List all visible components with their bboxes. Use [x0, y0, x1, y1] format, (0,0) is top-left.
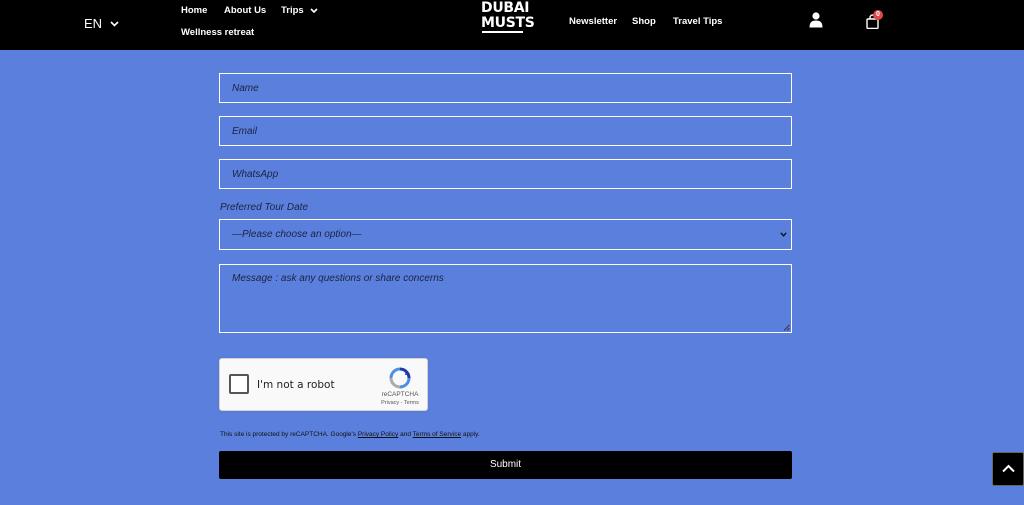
recaptcha-checkbox[interactable]: [229, 374, 249, 394]
tour-date-selected-value: —Please choose an option—: [232, 229, 362, 240]
nav-wellness-retreat[interactable]: Wellness retreat: [181, 27, 254, 38]
message-textarea[interactable]: Message : ask any questions or share con…: [219, 264, 792, 333]
chevron-up-icon: [1002, 464, 1015, 473]
chevron-down-icon: [110, 20, 119, 27]
language-label: EN: [84, 16, 103, 31]
whatsapp-placeholder: WhatsApp: [232, 169, 279, 180]
nav-travel-tips[interactable]: Travel Tips: [673, 16, 722, 27]
user-icon[interactable]: [809, 12, 823, 28]
nav-shop[interactable]: Shop: [632, 16, 656, 27]
back-to-top-button[interactable]: [992, 452, 1024, 486]
logo-underline: [482, 31, 523, 33]
nav-trips[interactable]: Trips: [281, 5, 318, 16]
nav-newsletter[interactable]: Newsletter: [569, 16, 617, 27]
logo-line-2: MUSTS: [481, 15, 535, 31]
tour-date-label: Preferred Tour Date: [220, 202, 309, 213]
email-placeholder: Email: [232, 126, 258, 137]
recaptcha-logo-icon: [389, 367, 411, 389]
message-placeholder: Message : ask any questions or share con…: [232, 273, 444, 284]
logo-line-1: DUBAI: [481, 0, 530, 16]
whatsapp-field[interactable]: WhatsApp: [219, 159, 792, 189]
chevron-down-icon: [310, 8, 318, 13]
nav-home[interactable]: Home: [181, 5, 207, 16]
site-logo[interactable]: DUBAI MUSTS: [481, 0, 535, 31]
recaptcha-notice-prefix: This site is protected by reCAPTCHA. Goo…: [220, 431, 356, 438]
recaptcha-label: I'm not a robot: [257, 379, 335, 391]
site-header: EN Home About Us Trips Wellness retreat …: [0, 0, 1024, 50]
cart-count-badge: 0: [873, 10, 883, 20]
name-field[interactable]: Name: [219, 73, 792, 103]
email-field[interactable]: Email: [219, 116, 792, 146]
submit-button[interactable]: Submit: [219, 451, 792, 479]
recaptcha-terms[interactable]: Privacy - Terms: [372, 400, 428, 406]
name-placeholder: Name: [232, 83, 259, 94]
language-selector[interactable]: EN: [84, 16, 119, 31]
chevron-down-icon: [780, 232, 787, 237]
recaptcha-notice-and: and: [400, 431, 411, 438]
recaptcha-brand: reCAPTCHA: [381, 391, 419, 398]
privacy-policy-link[interactable]: Privacy Policy: [358, 431, 398, 438]
resize-grip-icon[interactable]: [783, 324, 790, 331]
nav-trips-label: Trips: [281, 5, 304, 16]
terms-of-service-link[interactable]: Terms of Service: [413, 431, 461, 438]
nav-about-us[interactable]: About Us: [224, 5, 266, 16]
recaptcha-notice: This site is protected by reCAPTCHA. Goo…: [220, 431, 480, 438]
tour-date-select[interactable]: —Please choose an option—: [219, 219, 792, 250]
recaptcha-notice-suffix: apply.: [462, 431, 480, 438]
recaptcha-widget: I'm not a robot reCAPTCHA Privacy - Term…: [219, 358, 428, 411]
